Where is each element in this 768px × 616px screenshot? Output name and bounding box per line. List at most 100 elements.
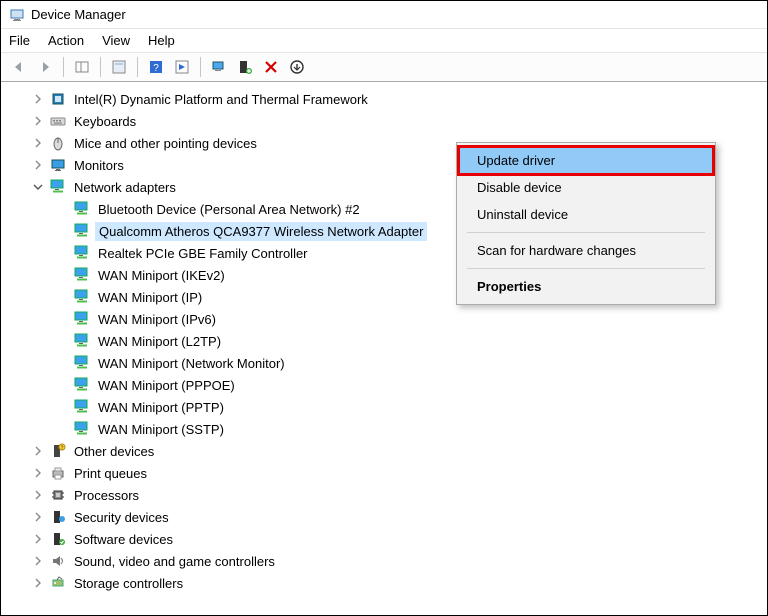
window-title: Device Manager bbox=[31, 7, 126, 22]
monitor-net-icon bbox=[73, 288, 91, 306]
tree-item[interactable]: Keyboards bbox=[13, 110, 763, 132]
tree-item-label[interactable]: Mice and other pointing devices bbox=[71, 135, 260, 152]
tree-item-label[interactable]: Qualcomm Atheros QCA9377 Wireless Networ… bbox=[95, 222, 427, 241]
tree-item[interactable]: Sound, video and game controllers bbox=[13, 550, 763, 572]
printer-icon bbox=[49, 464, 67, 482]
tree-item[interactable]: WAN Miniport (L2TP) bbox=[13, 330, 763, 352]
storage-icon bbox=[49, 574, 67, 592]
context-separator bbox=[467, 268, 705, 269]
tree-item-label[interactable]: WAN Miniport (PPTP) bbox=[95, 399, 227, 416]
tree-item[interactable]: WAN Miniport (SSTP) bbox=[13, 418, 763, 440]
back-button[interactable] bbox=[7, 56, 31, 78]
chevron-right-icon[interactable] bbox=[31, 136, 45, 150]
tree-item[interactable]: WAN Miniport (IPv6) bbox=[13, 308, 763, 330]
tree-item-label[interactable]: WAN Miniport (IPv6) bbox=[95, 311, 219, 328]
chevron-right-icon[interactable] bbox=[31, 554, 45, 568]
chevron-right-icon[interactable] bbox=[31, 92, 45, 106]
tree-item[interactable]: WAN Miniport (Network Monitor) bbox=[13, 352, 763, 374]
cpu-icon bbox=[49, 486, 67, 504]
show-hide-console-button[interactable] bbox=[70, 56, 94, 78]
monitor-icon bbox=[49, 156, 67, 174]
menu-view[interactable]: View bbox=[102, 33, 130, 48]
tree-item-label[interactable]: Intel(R) Dynamic Platform and Thermal Fr… bbox=[71, 91, 371, 108]
tree-item-label[interactable]: WAN Miniport (IKEv2) bbox=[95, 267, 228, 284]
forward-button[interactable] bbox=[33, 56, 57, 78]
tree-item[interactable]: Intel(R) Dynamic Platform and Thermal Fr… bbox=[13, 88, 763, 110]
svg-text:?: ? bbox=[61, 446, 64, 452]
device-manager-icon bbox=[9, 7, 25, 23]
chevron-right-icon[interactable] bbox=[31, 158, 45, 172]
context-properties[interactable]: Properties bbox=[459, 273, 713, 300]
help-button[interactable]: ? bbox=[144, 56, 168, 78]
tree-item-label[interactable]: WAN Miniport (SSTP) bbox=[95, 421, 227, 438]
intel-icon bbox=[49, 90, 67, 108]
tree-item-label[interactable]: WAN Miniport (L2TP) bbox=[95, 333, 224, 350]
toolbar-separator bbox=[137, 57, 138, 77]
monitor-net-icon bbox=[73, 376, 91, 394]
scan-hardware-button[interactable] bbox=[207, 56, 231, 78]
tree-item[interactable]: WAN Miniport (PPPOE) bbox=[13, 374, 763, 396]
tree-item[interactable]: Processors bbox=[13, 484, 763, 506]
tree-item[interactable]: Print queues bbox=[13, 462, 763, 484]
tree-item-label[interactable]: Keyboards bbox=[71, 113, 139, 130]
chevron-right-icon[interactable] bbox=[31, 510, 45, 524]
software-icon bbox=[49, 530, 67, 548]
chevron-right-icon[interactable] bbox=[31, 488, 45, 502]
monitor-net-icon bbox=[49, 178, 67, 196]
monitor-net-icon bbox=[73, 332, 91, 350]
context-update-driver[interactable]: Update driver bbox=[459, 147, 713, 174]
tree-item-label[interactable]: Software devices bbox=[71, 531, 176, 548]
tree-item[interactable]: Security devices bbox=[13, 506, 763, 528]
monitor-net-icon bbox=[73, 398, 91, 416]
tree-item-label[interactable]: Monitors bbox=[71, 157, 127, 174]
tree-item[interactable]: ? Other devices bbox=[13, 440, 763, 462]
menubar: File Action View Help bbox=[1, 29, 767, 53]
uninstall-button[interactable] bbox=[259, 56, 283, 78]
monitor-net-icon bbox=[73, 420, 91, 438]
context-menu: Update driver Disable device Uninstall d… bbox=[456, 142, 716, 305]
menu-help[interactable]: Help bbox=[148, 33, 175, 48]
svg-text:?: ? bbox=[153, 63, 159, 74]
toolbar-separator bbox=[100, 57, 101, 77]
update-driver-button[interactable] bbox=[233, 56, 257, 78]
tree-item-label[interactable]: Bluetooth Device (Personal Area Network)… bbox=[95, 201, 363, 218]
chevron-right-icon[interactable] bbox=[31, 466, 45, 480]
disable-button[interactable] bbox=[285, 56, 309, 78]
context-uninstall-device[interactable]: Uninstall device bbox=[459, 201, 713, 228]
toolbar-separator bbox=[63, 57, 64, 77]
chevron-right-icon[interactable] bbox=[31, 114, 45, 128]
tree-item-label[interactable]: Storage controllers bbox=[71, 575, 186, 592]
monitor-net-icon bbox=[73, 266, 91, 284]
tree-item-label[interactable]: WAN Miniport (IP) bbox=[95, 289, 205, 306]
tree-item-label[interactable]: Security devices bbox=[71, 509, 172, 526]
menu-action[interactable]: Action bbox=[48, 33, 84, 48]
keyboard-icon bbox=[49, 112, 67, 130]
context-disable-device[interactable]: Disable device bbox=[459, 174, 713, 201]
sound-icon bbox=[49, 552, 67, 570]
chevron-right-icon[interactable] bbox=[31, 444, 45, 458]
action-box-button[interactable] bbox=[170, 56, 194, 78]
titlebar: Device Manager bbox=[1, 1, 767, 29]
tree-item[interactable]: Software devices bbox=[13, 528, 763, 550]
tree-item-label[interactable]: Print queues bbox=[71, 465, 150, 482]
tree-item-label[interactable]: Sound, video and game controllers bbox=[71, 553, 278, 570]
context-scan-hardware[interactable]: Scan for hardware changes bbox=[459, 237, 713, 264]
tree-item-label[interactable]: Network adapters bbox=[71, 179, 179, 196]
monitor-net-icon bbox=[73, 222, 91, 240]
context-separator bbox=[467, 232, 705, 233]
tree-item[interactable]: WAN Miniport (PPTP) bbox=[13, 396, 763, 418]
chevron-right-icon[interactable] bbox=[31, 532, 45, 546]
chevron-right-icon[interactable] bbox=[31, 576, 45, 590]
chevron-down-icon[interactable] bbox=[31, 180, 45, 194]
tree-item-label[interactable]: Realtek PCIe GBE Family Controller bbox=[95, 245, 311, 262]
mouse-icon bbox=[49, 134, 67, 152]
menu-file[interactable]: File bbox=[9, 33, 30, 48]
tree-item-label[interactable]: WAN Miniport (Network Monitor) bbox=[95, 355, 288, 372]
monitor-net-icon bbox=[73, 244, 91, 262]
tree-item-label[interactable]: WAN Miniport (PPPOE) bbox=[95, 377, 238, 394]
tree-item-label[interactable]: Processors bbox=[71, 487, 142, 504]
properties-button[interactable] bbox=[107, 56, 131, 78]
tree-item-label[interactable]: Other devices bbox=[71, 443, 157, 460]
security-icon bbox=[49, 508, 67, 526]
tree-item[interactable]: Storage controllers bbox=[13, 572, 763, 594]
